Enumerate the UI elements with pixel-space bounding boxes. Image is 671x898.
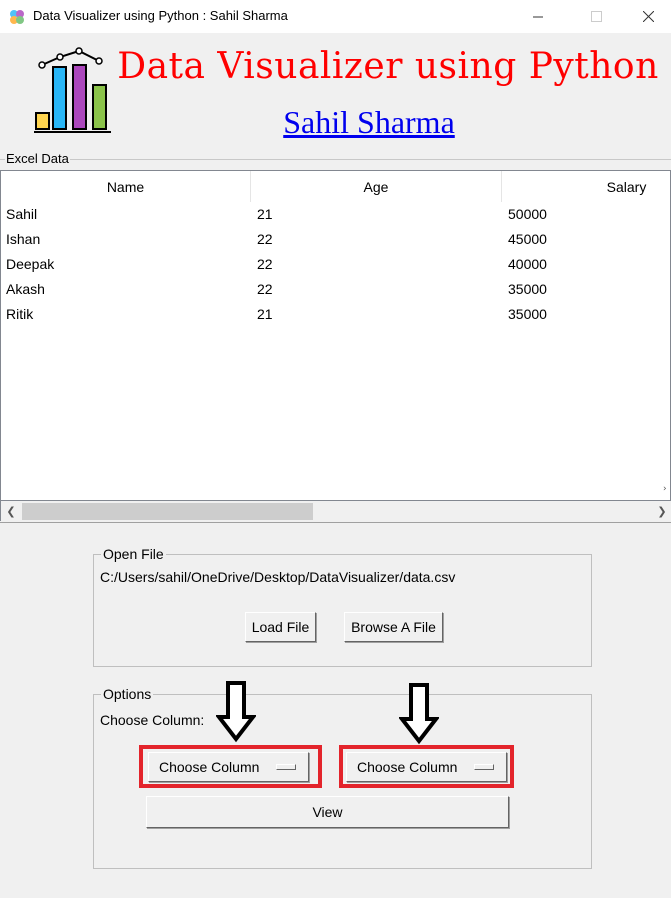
table-row[interactable]: Ritik 21 35000 <box>1 302 670 327</box>
minimize-icon <box>533 16 543 17</box>
table-row[interactable]: Akash 22 35000 <box>1 277 670 302</box>
frame-line <box>0 159 671 160</box>
cell-salary: 35000 <box>508 281 547 297</box>
cell-age: 21 <box>257 306 273 322</box>
close-button[interactable] <box>625 0 671 33</box>
cell-salary: 50000 <box>508 206 547 222</box>
cell-age: 22 <box>257 256 273 272</box>
down-arrow-icon <box>216 681 256 743</box>
down-arrow-icon <box>399 683 439 745</box>
choose-column-label: Choose Column: <box>100 712 205 728</box>
dropdown-value: Choose Column <box>159 759 260 775</box>
dropdown-value: Choose Column <box>357 759 458 775</box>
column-dropdown-1[interactable]: Choose Column <box>148 752 309 782</box>
cell-salary: 40000 <box>508 256 547 272</box>
cell-name: Ishan <box>6 231 41 247</box>
cell-salary: 35000 <box>508 306 547 322</box>
scroll-right-icon[interactable]: ❯ <box>654 503 670 519</box>
load-file-button[interactable]: Load File <box>245 612 316 642</box>
open-file-group: Open File C:/Users/sahil/OneDrive/Deskto… <box>93 546 592 667</box>
column-header-salary[interactable]: Salary <box>502 171 670 202</box>
cell-name: Akash <box>6 281 45 297</box>
view-button[interactable]: View <box>146 796 509 828</box>
app-heading: Data Visualizer using Python <box>117 46 659 87</box>
window-title: Data Visualizer using Python : Sahil Sha… <box>33 8 288 23</box>
close-icon <box>642 11 654 22</box>
scroll-left-icon[interactable]: ❮ <box>3 503 19 519</box>
horizontal-scrollbar[interactable]: ❮ ❯ <box>0 501 671 521</box>
title-bar: Data Visualizer using Python : Sahil Sha… <box>0 0 671 33</box>
options-group: Options Choose Column: Choose Column Cho… <box>93 686 592 869</box>
table-row[interactable]: Deepak 22 40000 <box>1 252 670 277</box>
table-row[interactable]: Sahil 21 50000 <box>1 202 670 227</box>
maximize-icon <box>590 11 602 22</box>
minimize-button[interactable] <box>515 0 561 33</box>
scroll-down-icon[interactable]: › <box>663 484 667 494</box>
cell-age: 22 <box>257 281 273 297</box>
maximize-button[interactable] <box>573 0 619 33</box>
app-feather-icon <box>10 10 24 24</box>
options-label: Options <box>101 686 154 702</box>
cell-name: Ritik <box>6 306 34 322</box>
file-path-text: C:/Users/sahil/OneDrive/Desktop/DataVisu… <box>100 569 456 585</box>
browse-file-button[interactable]: Browse A File <box>344 612 443 642</box>
dropdown-indicator-icon <box>276 764 296 770</box>
scrollbar-thumb[interactable] <box>22 503 313 520</box>
table-header: Name Age Salary <box>1 171 670 202</box>
cell-age: 21 <box>257 206 273 222</box>
excel-data-frame: Excel Data Name Age Salary Sahil 21 5000… <box>0 151 671 523</box>
excel-data-label: Excel Data <box>5 151 70 166</box>
cell-salary: 45000 <box>508 231 547 247</box>
column-dropdown-2[interactable]: Choose Column <box>346 752 507 782</box>
cell-age: 22 <box>257 231 273 247</box>
column-header-name[interactable]: Name <box>1 171 251 202</box>
author-link[interactable]: Sahil Sharma <box>0 104 671 141</box>
table-row[interactable]: Ishan 22 45000 <box>1 227 670 252</box>
column-header-age[interactable]: Age <box>251 171 502 202</box>
section-divider <box>0 522 671 523</box>
open-file-label: Open File <box>101 546 166 562</box>
dropdown-indicator-icon <box>474 764 494 770</box>
cell-name: Sahil <box>6 206 38 222</box>
app-window: Data Visualizer using Python : Sahil Sha… <box>0 0 671 898</box>
cell-name: Deepak <box>6 256 55 272</box>
data-table[interactable]: Name Age Salary Sahil 21 50000 Ishan 22 … <box>0 170 671 501</box>
